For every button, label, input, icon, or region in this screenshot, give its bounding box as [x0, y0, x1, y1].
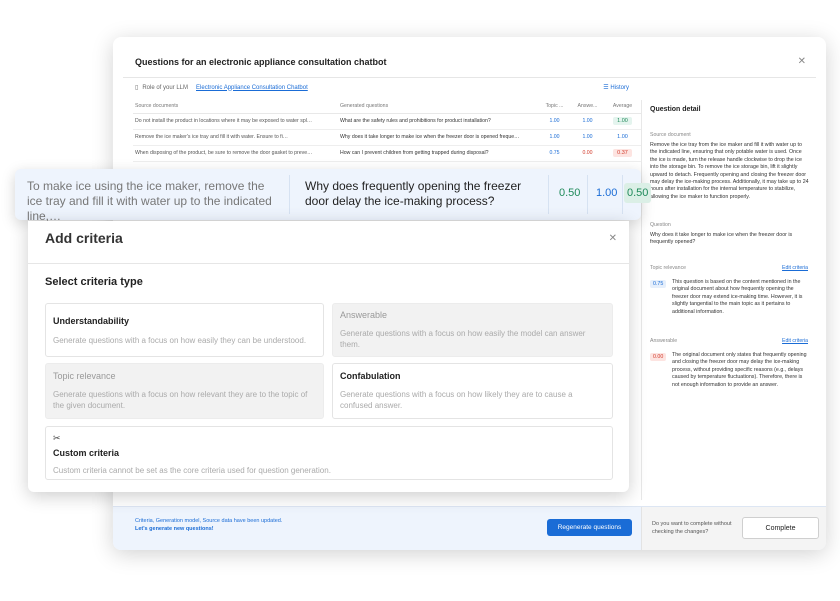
close-icon[interactable]: ✕	[798, 56, 806, 67]
card-title: Topic relevance	[53, 371, 116, 381]
document-icon: ▯	[135, 85, 139, 91]
card-title: Confabulation	[340, 371, 401, 381]
topic-score-badge: 0.75	[650, 280, 667, 288]
add-criteria-modal: Add criteria ✕ Select criteria type Unde…	[28, 221, 629, 492]
criteria-card-answerable[interactable]: Answerable Generate questions with a foc…	[332, 303, 613, 357]
close-icon[interactable]: ✕	[609, 233, 617, 244]
table-row[interactable]: Remove the ice maker's ice tray and fill…	[133, 129, 641, 146]
highlight-answer-score: 1.00	[596, 187, 618, 199]
average-score: 1.00	[617, 134, 628, 140]
source-cell: Do not install the product in locations …	[133, 113, 338, 130]
column-header[interactable]: Average	[604, 100, 641, 114]
column-header[interactable]: Generated questions	[338, 100, 538, 114]
highlighted-row[interactable]: To make ice using the ice maker, remove …	[15, 169, 652, 223]
card-description: Custom criteria cannot be set as the cor…	[53, 466, 331, 475]
column-header[interactable]: Source documents	[133, 100, 338, 114]
edit-criteria-link[interactable]: Edit criteria	[782, 265, 808, 271]
criteria-card-understandability[interactable]: Understandability Generate questions wit…	[45, 303, 324, 357]
edit-criteria-link[interactable]: Edit criteria	[782, 338, 808, 344]
complete-button[interactable]: Complete	[742, 517, 819, 539]
answerable-score-badge: 0.00	[650, 353, 667, 361]
average-score: 1.00	[613, 117, 632, 125]
source-text: Remove the ice tray from the ice maker a…	[650, 142, 809, 200]
answer-score: 1.00	[571, 113, 604, 130]
question-cell: How can I prevent children from getting …	[338, 145, 538, 162]
footer-bar: Criteria, Generation model, Source data …	[113, 506, 826, 550]
topic-score: 1.00	[538, 113, 571, 130]
card-title: Understandability	[53, 316, 130, 326]
divider	[289, 175, 290, 214]
highlight-topic-score: 0.50	[559, 187, 581, 199]
tools-icon: ✂	[53, 433, 61, 443]
question-label: Question	[650, 222, 671, 228]
card-description: Generate questions with a focus on how e…	[53, 336, 307, 345]
card-description: Generate questions with a focus on how l…	[340, 390, 573, 410]
source-cell: When disposing of the product, be sure t…	[133, 145, 338, 162]
role-link[interactable]: Electronic Appliance Consultation Chatbo…	[196, 85, 308, 91]
topic-score: 0.75	[538, 145, 571, 162]
divider	[548, 175, 549, 214]
topic-score: 1.00	[538, 129, 571, 146]
source-label: Source document	[650, 132, 691, 138]
window-title: Questions for an electronic appliance co…	[135, 57, 387, 67]
topic-label: Topic relevance	[650, 265, 687, 271]
divider	[622, 175, 623, 214]
answer-score: 0.00	[571, 145, 604, 162]
regenerate-button[interactable]: Regenerate questions	[547, 519, 632, 536]
question-cell: What are the safety rules and prohibitio…	[338, 113, 538, 130]
card-title: Custom criteria	[53, 448, 120, 458]
answer-score: 1.00	[571, 129, 604, 146]
question-cell: Why does it take longer to make ice when…	[338, 129, 538, 146]
role-row: ▯ Role of your LLM Electronic Appliance …	[135, 84, 308, 92]
history-button[interactable]: ☰ History	[603, 84, 629, 91]
card-title: Answerable	[340, 310, 388, 320]
update-message: Criteria, Generation model, Source data …	[135, 518, 283, 532]
questions-table: Source documents Generated questions Top…	[133, 100, 641, 162]
divider	[587, 175, 588, 214]
card-description: Generate questions with a focus on how r…	[53, 390, 308, 410]
modal-subtitle: Select criteria type	[45, 276, 143, 288]
divider	[123, 77, 816, 78]
complete-panel: Do you want to complete without checking…	[641, 507, 826, 550]
complete-question: Do you want to complete without checking…	[652, 521, 732, 535]
criteria-card-confabulation[interactable]: Confabulation Generate questions with a …	[332, 363, 613, 419]
question-text: Why does it take longer to make ice when…	[650, 232, 793, 246]
list-icon: ☰	[603, 85, 609, 91]
source-cell: Remove the ice maker's ice tray and fill…	[133, 129, 338, 146]
highlight-source: To make ice using the ice maker, remove …	[27, 179, 272, 223]
column-header[interactable]: Answe...	[571, 100, 604, 114]
topic-explanation: This question is based on the content me…	[672, 279, 803, 315]
answerable-label: Answerable	[650, 338, 678, 344]
criteria-card-topic-relevance[interactable]: Topic relevance Generate questions with …	[45, 363, 324, 419]
question-detail-panel: Question detail Source document Remove t…	[641, 100, 826, 500]
average-score: 0.37	[613, 149, 632, 157]
column-header[interactable]: Topic ...	[538, 100, 571, 114]
table-row[interactable]: When disposing of the product, be sure t…	[133, 145, 641, 162]
highlight-question: Why does frequently opening the freezer …	[305, 179, 522, 208]
modal-title: Add criteria	[45, 230, 123, 246]
highlight-average-score: 0.50	[624, 183, 652, 203]
table-row[interactable]: Do not install the product in locations …	[133, 113, 641, 130]
role-label: Role of your LLM	[142, 84, 189, 91]
answerable-explanation: The original document only states that f…	[672, 352, 807, 388]
divider	[28, 263, 629, 264]
detail-title: Question detail	[650, 106, 701, 113]
criteria-card-custom[interactable]: ✂ Custom criteria Custom criteria cannot…	[45, 426, 613, 480]
card-description: Generate questions with a focus on how e…	[340, 329, 586, 349]
